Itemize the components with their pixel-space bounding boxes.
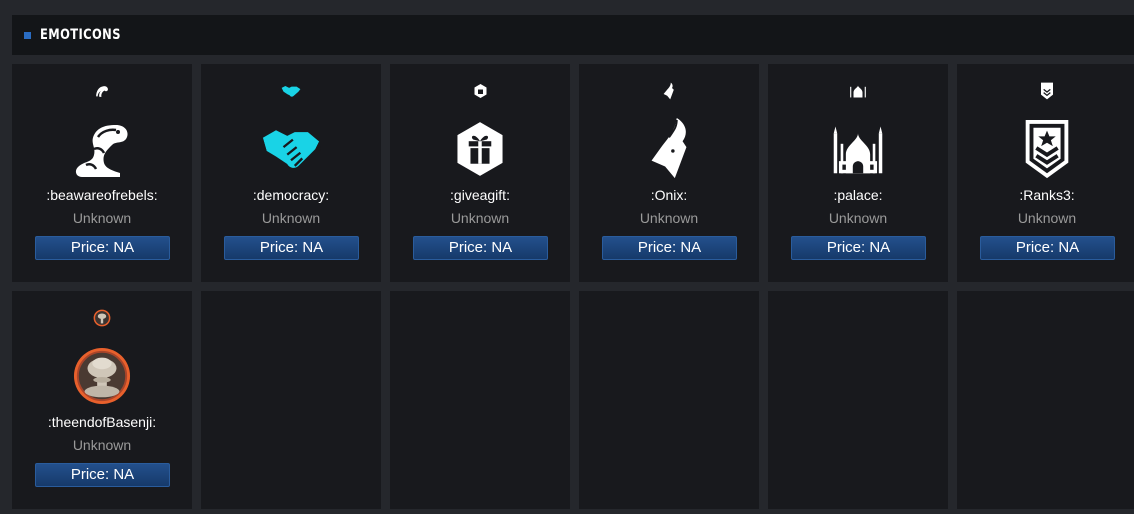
emoticon-rarity: Unknown [72, 210, 132, 226]
emoticon-name: :giveagift: [450, 187, 510, 203]
empty-slot [957, 291, 1134, 509]
section-header: EMOTICONS [12, 15, 1134, 55]
empty-slot [201, 291, 381, 509]
snake-icon [12, 81, 192, 101]
emoticon-rarity: Unknown [72, 437, 132, 453]
gift-icon [390, 116, 570, 182]
emoticon-rarity: Unknown [261, 210, 321, 226]
handshake-icon [201, 81, 381, 101]
goat-icon [579, 81, 759, 101]
rank-badge-icon [957, 81, 1134, 101]
mosque-icon [768, 116, 948, 182]
header-marker [24, 31, 31, 39]
empty-slot [768, 291, 948, 509]
mushroom-cloud-icon [12, 308, 192, 328]
section-title: EMOTICONS [40, 27, 121, 43]
gift-icon [390, 81, 570, 101]
snake-icon [12, 116, 192, 182]
emoticon-card[interactable]: :giveagift: Unknown Price: NA [390, 64, 570, 282]
emoticon-name: :beawareofrebels: [46, 187, 158, 203]
emoticon-name: :Ranks3: [1019, 187, 1075, 203]
emoticon-rarity: Unknown [828, 210, 888, 226]
empty-slot [390, 291, 570, 509]
emoticon-card[interactable]: :democracy: Unknown Price: NA [201, 64, 381, 282]
mosque-icon [768, 81, 948, 101]
emoticon-rarity: Unknown [450, 210, 510, 226]
emoticon-name: :theendofBasenji: [47, 414, 157, 430]
empty-slot [579, 291, 759, 509]
emoticon-card[interactable]: :theendofBasenji: Unknown Price: NA [12, 291, 192, 509]
price-button[interactable]: Price: NA [602, 236, 737, 260]
mushroom-cloud-icon [12, 343, 192, 409]
price-button[interactable]: Price: NA [791, 236, 926, 260]
price-button[interactable]: Price: NA [35, 463, 170, 487]
emoticon-card[interactable]: :Onix: Unknown Price: NA [579, 64, 759, 282]
goat-icon [579, 116, 759, 182]
price-button[interactable]: Price: NA [980, 236, 1115, 260]
emoticon-rarity: Unknown [1017, 210, 1077, 226]
emoticon-grid: :beawareofrebels: Unknown Price: NA :dem… [12, 64, 1134, 509]
price-button[interactable]: Price: NA [413, 236, 548, 260]
emoticon-name: :Onix: [650, 187, 688, 203]
emoticon-name: :palace: [833, 187, 883, 203]
handshake-icon [201, 116, 381, 182]
emoticon-card[interactable]: :palace: Unknown Price: NA [768, 64, 948, 282]
emoticon-rarity: Unknown [639, 210, 699, 226]
price-button[interactable]: Price: NA [35, 236, 170, 260]
rank-badge-icon [957, 116, 1134, 182]
emoticon-card[interactable]: :beawareofrebels: Unknown Price: NA [12, 64, 192, 282]
price-button[interactable]: Price: NA [224, 236, 359, 260]
emoticon-card[interactable]: :Ranks3: Unknown Price: NA [957, 64, 1134, 282]
emoticon-name: :democracy: [252, 187, 330, 203]
